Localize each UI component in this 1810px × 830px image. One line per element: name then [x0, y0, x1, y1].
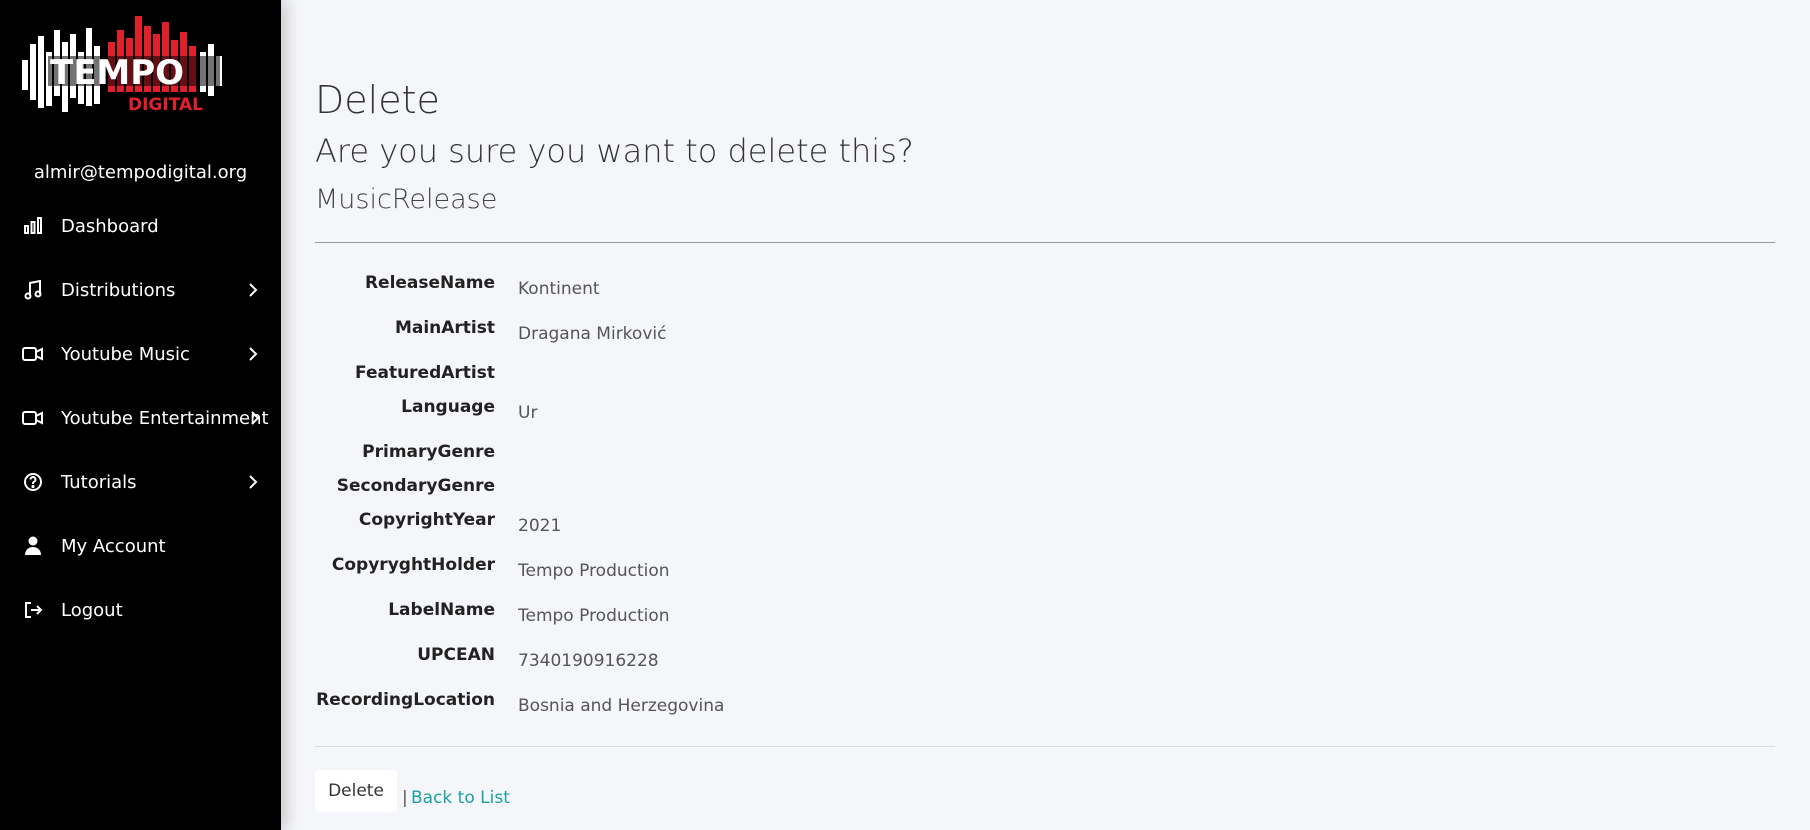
- sidebar-item-label: Youtube Entertainment: [61, 407, 269, 429]
- detail-value: Dragana Mirković: [518, 324, 667, 344]
- chevron-right-icon: [250, 410, 262, 426]
- divider: [315, 242, 1775, 243]
- sidebar-item-logout[interactable]: Logout: [0, 588, 281, 632]
- sidebar-item-label: Dashboard: [61, 215, 159, 237]
- sidebar-item-youtube-entertainment[interactable]: Youtube Entertainment: [0, 396, 281, 440]
- page-title: Delete: [315, 78, 440, 122]
- bar-chart-icon: [22, 215, 44, 237]
- sidebar-item-dashboard[interactable]: Dashboard: [0, 204, 281, 248]
- confirm-question: Are you sure you want to delete this?: [315, 132, 914, 170]
- svg-text:TEMPO: TEMPO: [50, 53, 184, 93]
- detail-value: Ur: [518, 403, 538, 423]
- sidebar-item-label: Tutorials: [61, 471, 137, 493]
- sidebar-item-youtube-music[interactable]: Youtube Music: [0, 332, 281, 376]
- separator: |: [402, 788, 408, 808]
- detail-value: Tempo Production: [518, 561, 670, 581]
- detail-value: 7340190916228: [518, 651, 659, 671]
- detail-label: CopyrightYear: [358, 510, 495, 530]
- detail-label: LabelName: [388, 600, 495, 620]
- detail-value: Bosnia and Herzegovina: [518, 696, 725, 716]
- detail-label: FeaturedArtist: [355, 363, 495, 383]
- detail-label: ReleaseName: [364, 273, 495, 293]
- detail-value: Kontinent: [518, 279, 600, 299]
- chevron-right-icon: [248, 282, 260, 298]
- sidebar: TEMPO DIGITAL almir@tempodigital.org Das…: [0, 0, 281, 830]
- chevron-right-icon: [248, 346, 260, 362]
- sign-out-icon: [22, 599, 44, 621]
- delete-button[interactable]: Delete: [315, 770, 397, 812]
- sidebar-item-label: Distributions: [61, 279, 176, 301]
- user-email: almir@tempodigital.org: [33, 162, 248, 183]
- user-icon: [22, 535, 44, 557]
- divider: [315, 746, 1775, 747]
- entity-name: MusicRelease: [315, 184, 498, 215]
- sidebar-item-label: Logout: [61, 599, 123, 621]
- video-camera-icon: [22, 407, 44, 429]
- detail-label: RecordingLocation: [316, 690, 495, 710]
- music-note-icon: [22, 279, 44, 301]
- detail-label: CopyryghtHolder: [331, 555, 495, 575]
- sidebar-item-label: Youtube Music: [61, 343, 190, 365]
- sidebar-item-tutorials[interactable]: Tutorials: [0, 460, 281, 504]
- back-to-list-link[interactable]: Back to List: [411, 788, 510, 808]
- sidebar-item-distributions[interactable]: Distributions: [0, 268, 281, 312]
- video-camera-icon: [22, 343, 44, 365]
- svg-text:DIGITAL: DIGITAL: [128, 95, 203, 115]
- detail-value: 2021: [518, 516, 562, 536]
- question-circle-icon: [22, 471, 44, 493]
- tempo-digital-logo[interactable]: TEMPO DIGITAL: [20, 12, 240, 124]
- chevron-right-icon: [248, 474, 260, 490]
- detail-value: Tempo Production: [518, 606, 670, 626]
- sidebar-item-label: My Account: [61, 535, 166, 557]
- detail-label: MainArtist: [394, 318, 495, 338]
- detail-label: UPCEAN: [417, 645, 495, 665]
- sidebar-item-my-account[interactable]: My Account: [0, 524, 281, 568]
- detail-label: PrimaryGenre: [362, 442, 495, 462]
- detail-label: SecondaryGenre: [336, 476, 495, 496]
- detail-label: Language: [401, 397, 495, 417]
